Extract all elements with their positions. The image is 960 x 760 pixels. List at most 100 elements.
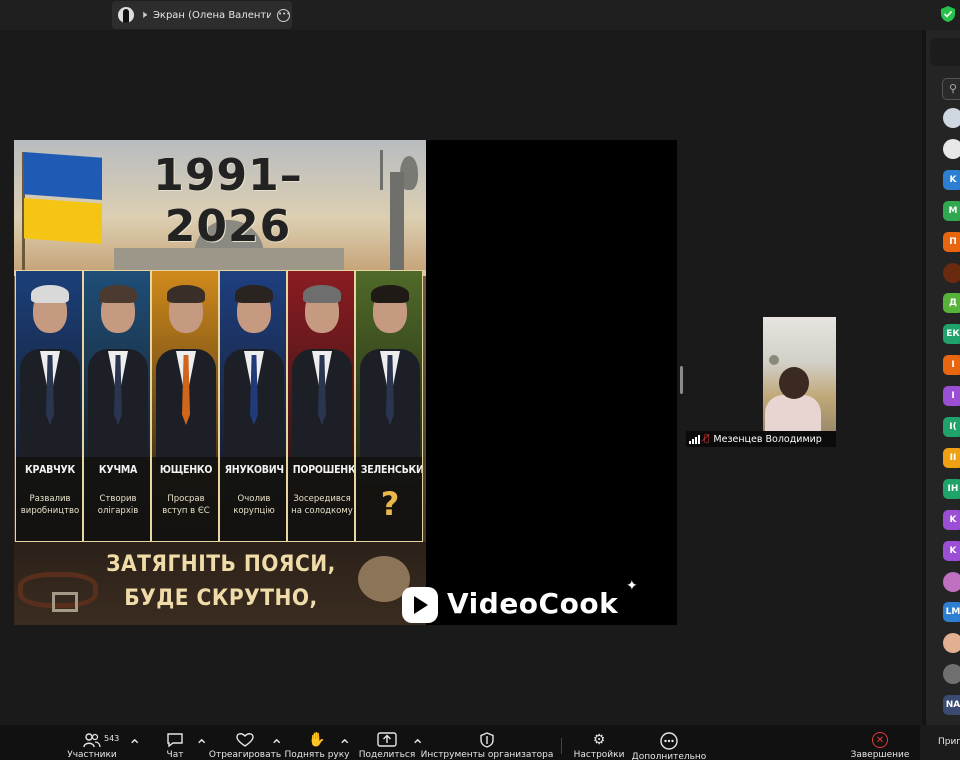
participant-video-tile[interactable]: 🎙̸ Мезенцев Володимир: [686, 317, 836, 447]
president-name: ЯНУКОВИЧ: [224, 463, 284, 476]
president-panel: ЯНУКОВИЧ Очолив корупцію: [219, 270, 287, 542]
heart-icon: [235, 732, 255, 748]
participant-avatar[interactable]: [943, 262, 960, 283]
president-panels: КРАВЧУК Развалив виробництво КУЧМА Створив …: [14, 270, 426, 542]
president-name: ПОРОШЕНКО: [292, 463, 354, 476]
screen-share-indicator[interactable]: 🕨 Экран (Олена Валентинівна •••: [112, 1, 292, 29]
participants-label: Участники: [67, 750, 117, 760]
participant-avatar[interactable]: I: [943, 386, 960, 407]
sparkle-icon: ✦: [626, 578, 638, 594]
more-options-icon[interactable]: •••: [276, 8, 290, 22]
settings-label: Настройки: [573, 750, 625, 760]
portrait-hair: [371, 285, 409, 303]
president-panel: ЮЩЕНКО Просрав вступ в ЄС: [151, 270, 219, 542]
participant-avatar[interactable]: NA: [943, 695, 960, 716]
president-description: Очолив корупцію: [233, 494, 275, 516]
participant-avatar[interactable]: П: [943, 231, 960, 252]
participant-avatar[interactable]: [943, 633, 960, 654]
signal-icon: [689, 434, 700, 444]
participant-avatar[interactable]: [943, 108, 960, 128]
more-button[interactable]: Дополнительно: [632, 725, 706, 760]
end-label: Завершение: [850, 750, 910, 760]
participant-name-bar: 🎙̸ Мезенцев Володимир: [686, 431, 836, 447]
president-description: Развалив виробництво: [20, 494, 80, 516]
president-panel: КУЧМА Створив олігархів: [83, 270, 151, 542]
speaker-icon: 🕨: [140, 8, 147, 21]
portrait-hair: [31, 285, 69, 303]
resize-handle[interactable]: [680, 366, 683, 394]
settings-button[interactable]: ⚙ Настройки: [573, 725, 625, 760]
portrait-hair: [167, 285, 205, 303]
participant-avatar[interactable]: IH: [943, 478, 960, 499]
president-name: ЮЩЕНКО: [159, 463, 213, 476]
watermark-text: VideoCook: [447, 587, 619, 620]
chat-label: Чат: [166, 750, 184, 760]
react-caret-icon[interactable]: ⌃: [270, 736, 283, 755]
belt-buckle: [52, 592, 78, 612]
participant-avatar[interactable]: K: [943, 540, 960, 561]
gear-icon: ⚙: [592, 732, 606, 748]
participant-avatar[interactable]: I(: [943, 417, 960, 437]
chat-button[interactable]: Чат: [160, 725, 190, 760]
raise-hand-caret-icon[interactable]: ⌃: [338, 736, 351, 755]
react-button[interactable]: Отреагировать: [209, 725, 281, 760]
meeting-toolbar: Участники 543 ⌃ Чат ⌃ Отреагировать ⌃ ✋ …: [0, 725, 920, 760]
president-description: Просрав вступ в ЄС: [162, 494, 210, 516]
host-shield-icon: [477, 732, 497, 748]
play-icon: [402, 587, 438, 623]
participant-avatar[interactable]: K: [943, 169, 960, 190]
poster-footer: ЗАТЯГНІТЬ ПОЯСИ, БУДЕ СКРУТНО,: [14, 542, 426, 625]
shield-check-icon[interactable]: [941, 6, 955, 22]
participant-avatar[interactable]: ЕК: [943, 324, 960, 345]
shared-screen: 1991–2026 КРАВЧУК Развалив виробництво КУЧ…: [14, 140, 677, 625]
participants-icon: [82, 732, 102, 748]
participant-video: [763, 317, 836, 431]
participant-avatar[interactable]: [943, 138, 960, 159]
participant-search[interactable]: ⚲: [942, 78, 960, 100]
participant-avatar[interactable]: II: [943, 447, 960, 468]
portrait-hair: [99, 285, 137, 303]
question-mark: ?: [380, 485, 400, 523]
participant-avatar[interactable]: [943, 664, 960, 685]
hand-icon: ✋: [308, 732, 326, 748]
portrait-hair: [235, 285, 273, 303]
president-name: КРАВЧУК: [24, 463, 76, 476]
host-tools-button[interactable]: Инструменты организатора: [421, 725, 553, 760]
participant-avatar[interactable]: K: [943, 509, 960, 530]
president-panel: КРАВЧУК Развалив виробництво: [15, 270, 83, 542]
president-name: КУЧМА: [98, 463, 138, 476]
ukraine-flag-icon: [20, 152, 102, 282]
participants-strip: ⚲ K M П Д ЕК I I I(II IH K K LM NA: [922, 30, 960, 725]
more-icon: [659, 732, 679, 750]
close-icon: ✕: [872, 732, 888, 748]
invite-button[interactable]: Пригл: [922, 725, 960, 760]
share-screen-icon: [377, 732, 397, 748]
chat-caret-icon[interactable]: ⌃: [195, 736, 208, 755]
president-name: ЗЕЛЕНСЬКИЙ: [360, 463, 422, 476]
toolbar-separator: [561, 738, 562, 754]
search-icon: ⚲: [949, 82, 958, 95]
participant-avatar[interactable]: [943, 571, 960, 592]
mic-muted-icon: 🎙̸: [704, 434, 710, 444]
portrait-hair: [303, 285, 341, 303]
participants-caret-icon[interactable]: ⌃: [128, 736, 141, 755]
slogan-line-1: ЗАТЯГНІТЬ ПОЯСИ,: [106, 552, 336, 577]
chat-icon: [165, 732, 185, 748]
president-description: Зосередився на солодкому: [291, 494, 353, 516]
president-panel: ПОРОШЕНКО Зосередився на солодкому: [287, 270, 355, 542]
participant-name: Мезенцев Володимир: [713, 433, 822, 445]
president-description: Створив олігархів: [97, 494, 139, 516]
share-label: Поделиться: [358, 750, 416, 760]
poster-years: 1991–2026: [153, 150, 303, 252]
participant-avatar[interactable]: M: [943, 200, 960, 221]
participant-avatar[interactable]: Д: [943, 293, 960, 314]
share-button[interactable]: Поделиться: [358, 725, 416, 760]
top-bar: 🕨 Экран (Олена Валентинівна •••: [0, 0, 960, 30]
participant-avatar[interactable]: I: [943, 355, 960, 376]
president-panel: ЗЕЛЕНСЬКИЙ?: [355, 270, 423, 542]
motherland-statue: [378, 150, 418, 270]
participants-button[interactable]: Участники 543: [62, 725, 122, 760]
participant-avatar[interactable]: LM: [943, 602, 960, 623]
end-button[interactable]: ✕ Завершение: [850, 725, 910, 760]
poster-image: 1991–2026 КРАВЧУК Развалив виробництво КУЧ…: [14, 140, 426, 625]
